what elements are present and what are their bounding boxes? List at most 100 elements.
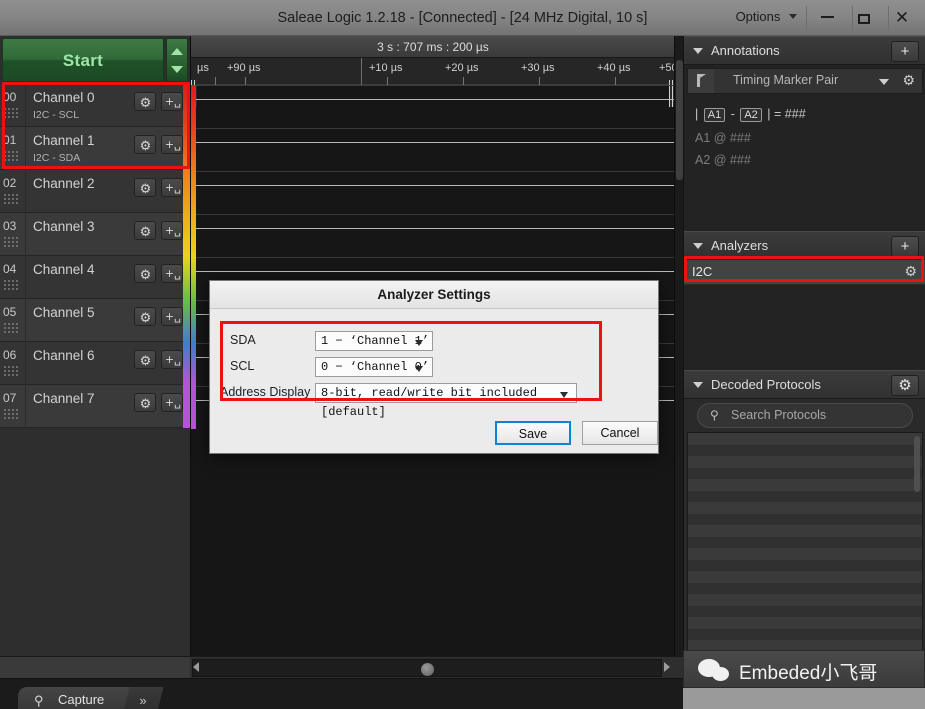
capture-options-stepper[interactable] <box>166 38 188 82</box>
scl-select[interactable]: 0 − ‘Channel 0’ <box>315 357 433 377</box>
channel-row[interactable]: 04 Channel 4 ⚙ +␣ <box>0 256 190 299</box>
channel-settings-button[interactable]: ⚙ <box>134 350 156 369</box>
marker-flag-box[interactable] <box>688 69 714 93</box>
waveform-row[interactable] <box>191 128 675 171</box>
channel-settings-button[interactable]: ⚙ <box>134 264 156 283</box>
minimize-button[interactable] <box>810 6 844 30</box>
waveform-row[interactable] <box>191 214 675 257</box>
channel-trigger-button[interactable]: +␣ <box>161 92 183 111</box>
annotations-section-header[interactable]: Annotations + <box>684 36 925 65</box>
dialog-title-bar: Analyzer Settings <box>210 281 658 309</box>
protocols-scroll-thumb[interactable] <box>914 436 920 492</box>
channel-row[interactable]: 05 Channel 5 ⚙ +␣ <box>0 299 190 342</box>
channel-row[interactable]: 01 Channel 1 I2C - SDA ⚙ +␣ <box>0 127 190 170</box>
scroll-left-icon[interactable] <box>193 662 199 672</box>
waveform-channel-color-stub <box>191 257 196 300</box>
analyzer-name: I2C <box>692 264 713 279</box>
chevron-down-icon[interactable] <box>879 79 889 85</box>
waveform-row[interactable] <box>191 85 675 128</box>
timeline-divider <box>361 58 362 85</box>
maximize-button[interactable] <box>847 6 881 30</box>
channel-trigger-button[interactable]: +␣ <box>161 307 183 326</box>
waveform-row-separator <box>191 171 675 172</box>
waveform-baseline <box>191 228 675 229</box>
protocol-list-row[interactable] <box>688 502 922 514</box>
drag-handle-icon[interactable] <box>4 108 20 118</box>
channel-trigger-button[interactable]: +␣ <box>161 178 183 197</box>
channel-settings-button[interactable]: ⚙ <box>134 393 156 412</box>
start-capture-button[interactable]: Start <box>2 38 164 82</box>
search-input[interactable]: ⚲ Search Protocols <box>697 403 913 428</box>
annotations-body: Timing Marker Pair ⚙ | A1 - A2 | = ### A… <box>684 65 925 231</box>
waveform-row[interactable] <box>191 171 675 214</box>
channel-row[interactable]: 06 Channel 6 ⚙ +␣ <box>0 342 190 385</box>
channel-trigger-button[interactable]: +␣ <box>161 264 183 283</box>
analyzer-row-i2c[interactable]: I2C ⚙ <box>684 260 925 285</box>
protocol-list-row[interactable] <box>688 525 922 537</box>
waveform-vertical-scrollbar[interactable] <box>674 36 683 656</box>
timeline-ruler[interactable]: µs +90 µs +10 µs +20 µs +30 µs +40 µs +50 <box>191 58 678 107</box>
channel-index-cell: 05 <box>0 299 26 342</box>
protocol-list-row[interactable] <box>688 433 922 445</box>
channel-row[interactable]: 00 Channel 0 I2C - SCL ⚙ +␣ <box>0 84 190 127</box>
protocol-list-row[interactable] <box>688 479 922 491</box>
tab-overflow-button[interactable]: » <box>122 687 164 709</box>
collapse-triangle-icon[interactable] <box>693 48 703 54</box>
channel-settings-button[interactable]: ⚙ <box>134 221 156 240</box>
address-display-select[interactable]: 8-bit, read/write bit included [default] <box>315 383 577 419</box>
waveform-channel-color-stub <box>191 300 196 343</box>
caret-up-icon[interactable] <box>171 48 183 55</box>
protocol-list-row[interactable] <box>688 548 922 560</box>
add-analyzer-button[interactable]: + <box>891 236 919 257</box>
drag-handle-icon[interactable] <box>4 194 20 204</box>
channel-settings-button[interactable]: ⚙ <box>134 307 156 326</box>
watermark-text: Embeded小飞哥 <box>739 663 878 684</box>
gear-icon[interactable]: ⚙ <box>902 72 915 89</box>
protocol-list-row[interactable] <box>688 571 922 583</box>
horizontal-scroll-thumb[interactable] <box>421 663 434 676</box>
options-menu[interactable]: Options <box>736 9 797 24</box>
channel-row[interactable]: 07 Channel 7 ⚙ +␣ <box>0 385 190 428</box>
drag-handle-icon[interactable] <box>4 280 20 290</box>
collapse-triangle-icon[interactable] <box>693 382 703 388</box>
protocol-list-row[interactable] <box>688 456 922 468</box>
options-menu-label: Options <box>735 9 781 24</box>
add-annotation-button[interactable]: + <box>891 41 919 62</box>
analyzers-title: Analyzers <box>711 238 769 253</box>
decoded-protocols-settings-button[interactable]: ⚙ <box>891 375 919 396</box>
vertical-scroll-thumb[interactable] <box>676 60 683 180</box>
protocol-list-row[interactable] <box>688 594 922 606</box>
marker-a2-row: A2 @ ### <box>695 153 751 167</box>
caret-down-icon[interactable] <box>171 66 183 73</box>
gear-icon[interactable]: ⚙ <box>904 263 917 280</box>
sda-select[interactable]: 1 − ‘Channel 1’ <box>315 331 433 351</box>
drag-handle-icon[interactable] <box>4 366 20 376</box>
timing-marker-pair-row[interactable]: Timing Marker Pair ⚙ <box>687 68 923 94</box>
protocol-list-row[interactable] <box>688 617 922 629</box>
cancel-button[interactable]: Cancel <box>582 421 658 445</box>
channel-row[interactable]: 02 Channel 2 ⚙ +␣ <box>0 170 190 213</box>
decoded-protocols-section-header[interactable]: Decoded Protocols ⚙ <box>684 370 925 399</box>
channel-trigger-button[interactable]: +␣ <box>161 393 183 412</box>
channel-settings-button[interactable]: ⚙ <box>134 92 156 111</box>
collapse-triangle-icon[interactable] <box>693 243 703 249</box>
drag-handle-icon[interactable] <box>4 323 20 333</box>
drag-handle-icon[interactable] <box>4 151 20 161</box>
drag-handle-icon[interactable] <box>4 409 20 419</box>
channel-settings-button[interactable]: ⚙ <box>134 178 156 197</box>
decoded-protocols-list[interactable] <box>687 432 923 684</box>
drag-handle-icon[interactable] <box>4 237 20 247</box>
channel-settings-button[interactable]: ⚙ <box>134 135 156 154</box>
channel-trigger-button[interactable]: +␣ <box>161 221 183 240</box>
scroll-right-icon[interactable] <box>664 662 670 672</box>
channel-trigger-button[interactable]: +␣ <box>161 135 183 154</box>
analyzers-section-header[interactable]: Analyzers + <box>684 231 925 260</box>
channel-trigger-button[interactable]: +␣ <box>161 350 183 369</box>
horizontal-scrollbar[interactable] <box>192 659 662 677</box>
marker-a1-key[interactable]: A1 <box>703 108 726 122</box>
marker-a2-key[interactable]: A2 <box>740 108 762 122</box>
close-button[interactable]: ✕ <box>885 6 919 30</box>
channel-row[interactable]: 03 Channel 3 ⚙ +␣ <box>0 213 190 256</box>
save-button[interactable]: Save <box>495 421 571 445</box>
tab-capture[interactable]: ⚲ Capture <box>18 687 138 709</box>
